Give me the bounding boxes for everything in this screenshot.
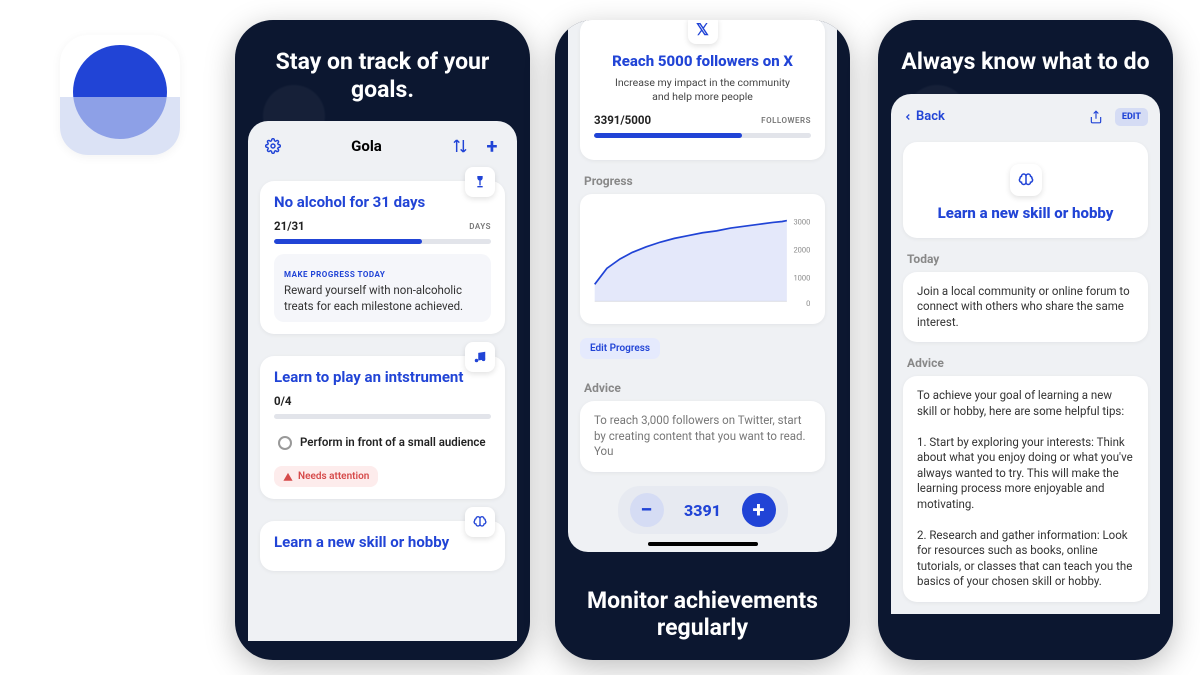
svg-text:1000: 1000 — [793, 274, 810, 283]
headline-1: Stay on track of your goals. — [235, 20, 530, 121]
advice-card: To achieve your goal of learning a new s… — [903, 376, 1148, 602]
increment-button[interactable]: + — [742, 493, 776, 527]
attention-badge: Needs attention — [274, 466, 378, 487]
progress-unit: DAYS — [469, 222, 491, 231]
stepper-value: 3391 — [678, 501, 728, 520]
edit-button[interactable]: EDIT — [1115, 108, 1148, 126]
today-label: Today — [907, 252, 1144, 266]
brain-icon — [465, 507, 495, 537]
goal-title: Learn to play an intstrument — [274, 368, 491, 386]
edit-progress-button[interactable]: Edit Progress — [580, 338, 660, 359]
todo-label: Perform in front of a small audience — [300, 435, 486, 449]
app-icon-overlay — [60, 97, 180, 155]
goal-title: No alcohol for 31 days — [274, 193, 491, 211]
x-icon: 𝕏 — [688, 20, 718, 44]
tip-subhead: MAKE PROGRESS TODAY — [284, 270, 481, 279]
headline-2: Monitor achievements regularly — [555, 587, 850, 642]
back-label: Back — [916, 109, 945, 124]
trophy-icon — [465, 167, 495, 197]
advice-label: Advice — [907, 356, 1144, 370]
back-button[interactable]: Back — [903, 109, 945, 124]
screen-1: Gola + No alcohol for 31 days 21/31 DAYS — [248, 121, 517, 641]
goal-card-instrument[interactable]: Learn to play an intstrument 0/4 Perform… — [260, 356, 505, 499]
progress-bar — [274, 414, 491, 419]
goal-subtitle: Increase my impact in the community and … — [614, 76, 791, 103]
brain-icon — [1010, 164, 1042, 196]
goal-header-card: Learn a new skill or hobby — [903, 142, 1148, 238]
svg-text:0: 0 — [806, 299, 810, 308]
advice-card: To reach 3,000 followers on Twitter, sta… — [580, 401, 825, 472]
headline-3: Always know what to do — [878, 20, 1173, 94]
share-icon[interactable] — [1085, 106, 1107, 128]
app-title: Gola — [351, 137, 382, 155]
screen-3: Back EDIT Learn a new skill or hobby Tod… — [891, 94, 1160, 614]
goal-header-card: 𝕏 Reach 5000 followers on X Increase my … — [580, 20, 825, 160]
progress-bar — [274, 239, 491, 244]
progress-stepper: − 3391 + — [618, 486, 788, 534]
today-text: Join a local community or online forum t… — [917, 284, 1134, 331]
home-indicator — [648, 542, 758, 546]
svg-text:3000: 3000 — [793, 218, 810, 227]
phone-3: Always know what to do Back EDIT L — [878, 20, 1173, 660]
goal-card-alcohol[interactable]: No alcohol for 31 days 21/31 DAYS MAKE P… — [260, 181, 505, 334]
attention-label: Needs attention — [298, 471, 369, 482]
goal-title: Learn a new skill or hobby — [274, 533, 491, 551]
topbar: Gola + — [248, 121, 517, 163]
add-icon[interactable]: + — [481, 135, 503, 157]
advice-text: To reach 3,000 followers on Twitter, sta… — [594, 413, 811, 460]
goal-card-skill[interactable]: Learn a new skill or hobby — [260, 521, 505, 571]
advice-text: To achieve your goal of learning a new s… — [917, 388, 1134, 590]
phone-1: Stay on track of your goals. Gola + — [235, 20, 530, 660]
advice-label: Advice — [584, 381, 821, 395]
app-icon — [60, 35, 180, 155]
progress-unit: FOLLOWERS — [761, 116, 811, 125]
svg-text:2000: 2000 — [793, 246, 810, 255]
progress-bar — [594, 133, 811, 138]
goal-title: Learn a new skill or hobby — [919, 204, 1132, 222]
today-card: Join a local community or online forum t… — [903, 272, 1148, 343]
checkbox-icon[interactable] — [278, 436, 292, 450]
todo-item[interactable]: Perform in front of a small audience — [274, 429, 491, 456]
progress-value: 3391/5000 — [594, 113, 651, 127]
progress-value: 0/4 — [274, 394, 291, 408]
music-icon — [465, 342, 495, 372]
gear-icon[interactable] — [262, 135, 284, 157]
sort-icon[interactable] — [449, 135, 471, 157]
decrement-button[interactable]: − — [630, 493, 664, 527]
screen-2: 𝕏 Reach 5000 followers on X Increase my … — [568, 20, 837, 552]
progress-chart: 3000 2000 1000 0 — [580, 194, 825, 324]
progress-value: 21/31 — [274, 219, 305, 233]
progress-label: Progress — [584, 174, 821, 188]
phone-2: 𝕏 Reach 5000 followers on X Increase my … — [555, 20, 850, 660]
tip-text: Reward yourself with non-alcoholic treat… — [284, 283, 481, 314]
tip-box: MAKE PROGRESS TODAY Reward yourself with… — [274, 254, 491, 322]
goal-title: Reach 5000 followers on X — [594, 52, 811, 70]
